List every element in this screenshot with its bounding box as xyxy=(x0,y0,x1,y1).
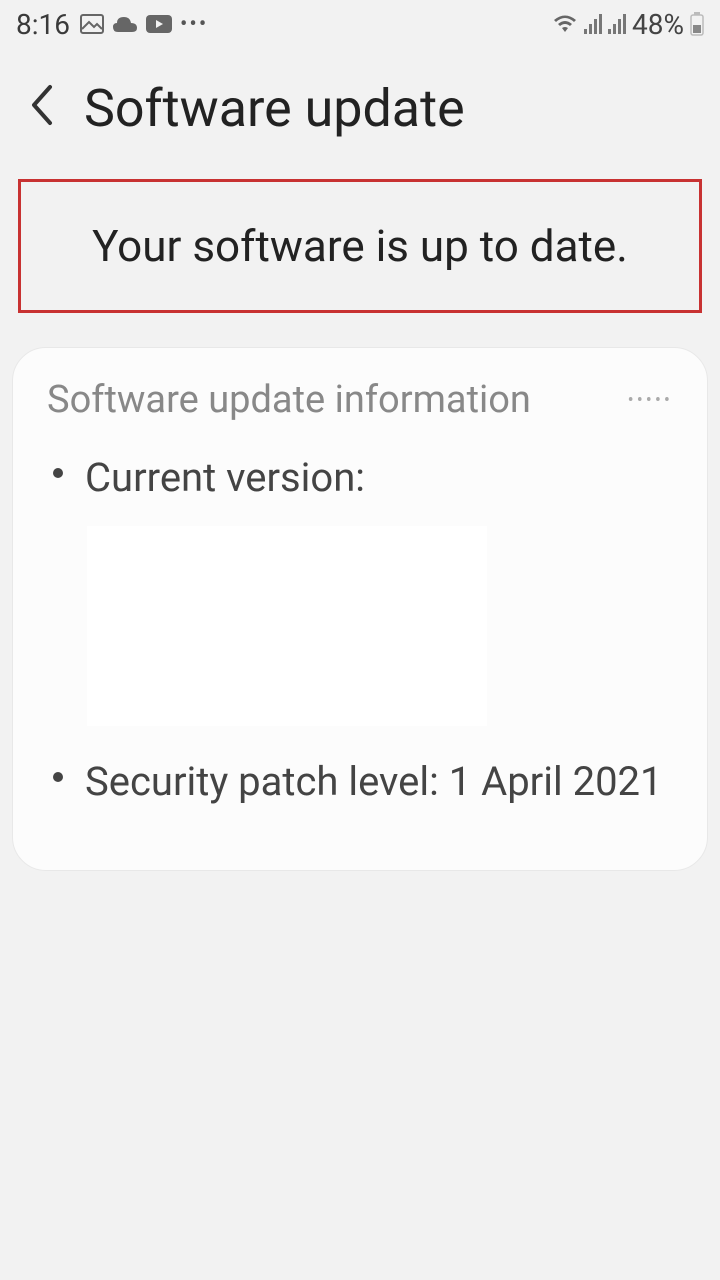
notification-icons: ••• xyxy=(80,12,208,37)
youtube-icon xyxy=(146,15,172,33)
cloud-icon xyxy=(112,15,138,33)
signal-1-icon xyxy=(584,14,602,34)
update-status-text: Your software is up to date. xyxy=(53,220,667,272)
gallery-icon xyxy=(80,14,104,34)
bullet-icon xyxy=(53,468,63,478)
page-title: Software update xyxy=(84,78,465,139)
current-version-label: Current version: xyxy=(85,448,673,508)
back-button[interactable] xyxy=(28,83,54,134)
info-list: Current version: xyxy=(47,448,673,508)
bullet-icon xyxy=(53,772,63,782)
status-left: 8:16 ••• xyxy=(16,8,208,41)
header: Software update xyxy=(0,48,720,179)
update-status-banner: Your software is up to date. xyxy=(18,179,702,313)
battery-percent: 48% xyxy=(632,8,684,41)
status-right: 48% xyxy=(552,8,704,41)
more-notifications-icon: ••• xyxy=(180,12,208,37)
signal-2-icon xyxy=(608,14,626,34)
status-bar: 8:16 ••• 48% xyxy=(0,0,720,48)
wifi-icon xyxy=(552,14,578,34)
card-title-row: Software update information ••••• xyxy=(47,378,673,422)
card-more-icon: ••••• xyxy=(628,390,673,411)
card-title: Software update information xyxy=(47,378,531,422)
status-time: 8:16 xyxy=(16,8,70,41)
software-info-card: Software update information ••••• Curren… xyxy=(12,347,708,871)
battery-icon xyxy=(690,12,704,36)
security-patch-label: Security patch level: 1 April 2021 xyxy=(85,752,673,812)
info-list-2: Security patch level: 1 April 2021 xyxy=(47,752,673,812)
chevron-left-icon xyxy=(28,83,54,127)
list-item: Current version: xyxy=(47,448,673,508)
list-item: Security patch level: 1 April 2021 xyxy=(47,752,673,812)
redacted-version-value xyxy=(87,526,487,726)
